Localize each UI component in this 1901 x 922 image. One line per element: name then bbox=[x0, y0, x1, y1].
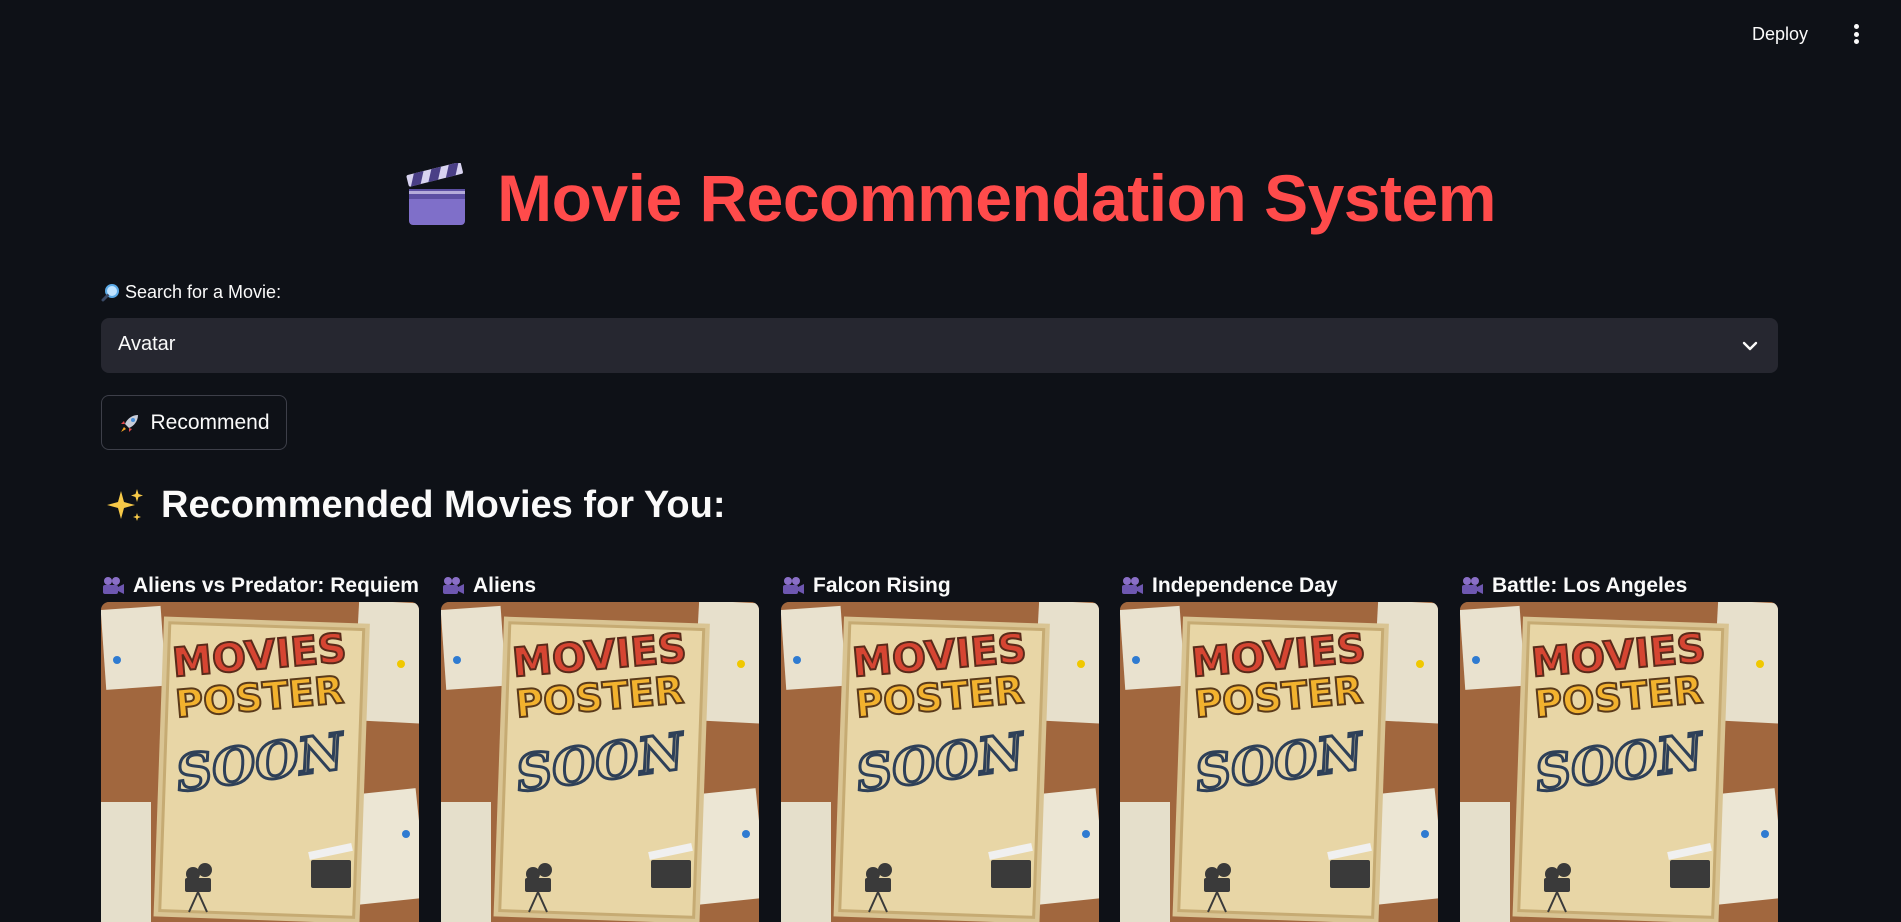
movie-select[interactable]: Avatar bbox=[101, 318, 1778, 373]
movie-title-text: Battle: Los Angeles bbox=[1492, 574, 1688, 597]
results-heading: Recommended Movies for You: bbox=[105, 484, 725, 527]
movie-card: Independence Day MOVIES POSTER SOON bbox=[1120, 570, 1438, 922]
movie-card: Aliens vs Predator: Requiem MOVIES POSTE… bbox=[101, 570, 419, 922]
sparkles-icon bbox=[107, 488, 143, 521]
movie-poster: MOVIES POSTER SOON bbox=[1460, 602, 1778, 922]
movie-camera-icon bbox=[443, 577, 464, 594]
movie-title-text: Falcon Rising bbox=[813, 574, 951, 597]
app-header: Deploy bbox=[0, 0, 1901, 68]
movie-card: Aliens MOVIES POSTER SOON bbox=[441, 570, 759, 922]
search-label-text: Search for a Movie: bbox=[125, 282, 282, 302]
movie-card: Battle: Los Angeles MOVIES POSTER SOON bbox=[1460, 570, 1778, 922]
select-value: Avatar bbox=[118, 333, 176, 355]
movie-title: Aliens bbox=[441, 570, 759, 602]
movie-title: Falcon Rising bbox=[781, 570, 1099, 602]
results-heading-text: Recommended Movies for You: bbox=[161, 484, 726, 526]
magnifier-icon bbox=[101, 283, 119, 301]
chevron-down-icon bbox=[1742, 341, 1758, 351]
title-text: Movie Recommendation System bbox=[497, 161, 1496, 235]
movie-title: Battle: Los Angeles bbox=[1460, 570, 1778, 602]
movie-poster: MOVIES POSTER SOON bbox=[781, 602, 1099, 922]
kebab-menu-icon[interactable] bbox=[1846, 22, 1866, 46]
recommend-label: Recommend bbox=[150, 410, 270, 434]
movie-camera-icon bbox=[783, 577, 804, 594]
page-title: Movie Recommendation System bbox=[0, 160, 1901, 236]
movie-title-text: Aliens vs Predator: Requiem bbox=[133, 574, 419, 597]
movie-title-text: Independence Day bbox=[1152, 574, 1338, 597]
clapperboard-icon bbox=[406, 163, 466, 225]
movie-title: Independence Day bbox=[1120, 570, 1438, 602]
movie-camera-icon bbox=[1462, 577, 1483, 594]
rocket-icon bbox=[121, 414, 139, 432]
movie-poster: MOVIES POSTER SOON bbox=[441, 602, 759, 922]
movie-card: Falcon Rising MOVIES POSTER SOON bbox=[781, 570, 1099, 922]
movie-title-text: Aliens bbox=[473, 574, 537, 597]
deploy-button[interactable]: Deploy bbox=[1752, 20, 1808, 48]
movie-poster: MOVIES POSTER SOON bbox=[1120, 602, 1438, 922]
movie-camera-icon bbox=[1122, 577, 1143, 594]
movie-title: Aliens vs Predator: Requiem bbox=[101, 570, 419, 602]
movie-poster: MOVIES POSTER SOON bbox=[101, 602, 419, 922]
recommend-button[interactable]: Recommend bbox=[101, 395, 287, 450]
movie-camera-icon bbox=[103, 577, 124, 594]
search-label: Search for a Movie: bbox=[101, 282, 281, 303]
